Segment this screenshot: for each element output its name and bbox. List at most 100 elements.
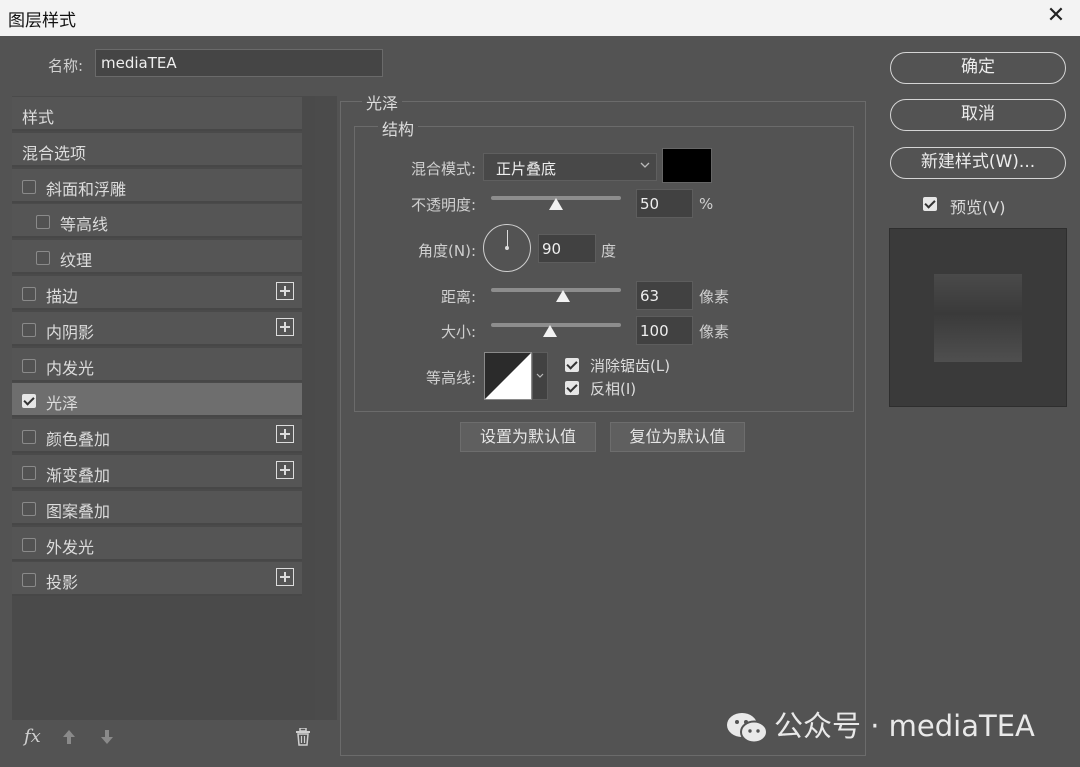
add-icon[interactable] (276, 461, 294, 479)
styles-list-item[interactable]: 图案叠加 (12, 490, 302, 525)
style-checkbox[interactable] (22, 573, 36, 588)
distance-slider-knob[interactable] (555, 290, 570, 302)
style-checkbox[interactable] (36, 251, 50, 266)
set-default-button[interactable]: 设置为默认值 (460, 422, 596, 452)
preview-thumbnail (889, 228, 1067, 407)
opacity-input[interactable]: 50 (636, 189, 693, 218)
section-title: 光泽 (362, 90, 403, 114)
add-icon[interactable] (276, 568, 294, 587)
size-slider[interactable] (491, 323, 621, 337)
styles-list-item-label: 等高线 (60, 215, 109, 235)
blend-mode-select[interactable]: 正片叠底 (483, 153, 657, 181)
size-unit: 像素 (699, 323, 730, 341)
styles-list-item-label: 纹理 (60, 251, 93, 271)
add-icon[interactable] (276, 425, 294, 444)
chevron-down-icon (536, 373, 544, 378)
distance-slider[interactable] (491, 288, 621, 302)
close-icon[interactable]: ✕ (1044, 4, 1068, 28)
color-swatch[interactable] (662, 148, 712, 183)
styles-list-item[interactable]: 投影 (12, 562, 302, 597)
preview-checkbox[interactable] (923, 197, 937, 211)
style-checkbox[interactable] (36, 215, 50, 230)
styles-list-item[interactable]: 等高线 (12, 204, 302, 239)
wechat-icon (726, 711, 768, 745)
name-input[interactable]: mediaTEA (95, 49, 383, 77)
contour-curve-icon (485, 353, 531, 399)
style-checkbox[interactable] (22, 537, 36, 552)
scrollbar[interactable] (315, 96, 337, 720)
watermark-text: 公众号 · mediaTEA (774, 709, 1035, 743)
styles-list-item[interactable]: 颜色叠加 (12, 419, 302, 454)
styles-list-item-label: 投影 (46, 573, 79, 593)
anti-alias-label: 消除锯齿(L) (590, 357, 671, 375)
style-checkbox[interactable] (22, 358, 36, 373)
reset-default-button[interactable]: 复位为默认值 (610, 422, 745, 452)
styles-list-panel: 样式混合选项斜面和浮雕等高线纹理描边内阴影内发光光泽颜色叠加渐变叠加图案叠加外发… (12, 96, 337, 720)
blend-mode-label: 混合模式: (410, 160, 476, 178)
styles-list-item[interactable]: 渐变叠加 (12, 455, 302, 489)
styles-list-item-label: 描边 (46, 287, 79, 306)
style-checkbox[interactable] (22, 501, 36, 516)
opacity-unit: % (699, 195, 714, 213)
styles-list-item[interactable]: 纹理 (12, 240, 302, 275)
styles-list-item[interactable]: 光泽 (12, 383, 302, 418)
arrow-up-icon[interactable] (62, 729, 76, 749)
styles-list-item-label: 斜面和浮雕 (46, 179, 127, 199)
size-slider-knob[interactable] (542, 325, 557, 337)
style-checkbox[interactable] (22, 466, 36, 480)
angle-input[interactable]: 90 (538, 234, 596, 263)
name-label: 名称: (48, 57, 84, 75)
style-checkbox[interactable] (22, 394, 36, 409)
distance-unit: 像素 (699, 288, 730, 306)
fx-button[interactable]: fx (24, 726, 41, 747)
invert-label: 反相(I) (590, 380, 637, 398)
styles-list-item[interactable]: 混合选项 (12, 132, 302, 167)
styles-list-item[interactable]: 内发光 (12, 347, 302, 382)
new-style-button[interactable]: 新建样式(W)... (890, 147, 1066, 179)
opacity-label: 不透明度: (410, 196, 476, 214)
styles-list-item-label: 内发光 (46, 358, 95, 378)
styles-list-item[interactable]: 样式 (12, 97, 302, 131)
add-icon[interactable] (276, 317, 294, 336)
angle-label: 角度(N): (418, 242, 476, 260)
styles-list-item[interactable]: 斜面和浮雕 (12, 168, 302, 203)
size-input[interactable]: 100 (636, 316, 693, 345)
distance-input[interactable]: 63 (636, 281, 693, 310)
invert-checkbox[interactable] (565, 381, 579, 395)
trash-icon[interactable] (295, 727, 311, 751)
styles-toolbar: fx (12, 724, 327, 754)
style-checkbox[interactable] (22, 322, 36, 337)
add-icon[interactable] (276, 282, 294, 300)
blend-mode-value: 正片叠底 (496, 160, 557, 178)
styles-list-item-label: 样式 (22, 108, 55, 127)
contour-dropdown[interactable] (532, 352, 548, 400)
arrow-down-icon[interactable] (100, 729, 114, 749)
styles-list-item[interactable]: 描边 (12, 276, 302, 310)
contour-label: 等高线: (425, 369, 476, 387)
window-title: 图层样式 (8, 11, 76, 31)
styles-list-item-label: 混合选项 (22, 143, 87, 163)
size-label: 大小: (440, 323, 476, 341)
ok-button[interactable]: 确定 (890, 52, 1066, 84)
angle-dial-center (505, 246, 509, 250)
styles-list-item-label: 图案叠加 (46, 501, 111, 521)
angle-dial[interactable] (483, 224, 531, 272)
styles-list-item-label: 渐变叠加 (46, 466, 111, 485)
opacity-slider-knob[interactable] (549, 198, 563, 210)
contour-picker[interactable] (484, 352, 532, 400)
styles-list-item-label: 颜色叠加 (46, 430, 111, 450)
style-checkbox[interactable] (22, 179, 36, 194)
styles-list-item-label: 外发光 (46, 537, 95, 557)
distance-label: 距离: (440, 288, 476, 306)
angle-unit: 度 (601, 242, 617, 260)
styles-list-item[interactable]: 外发光 (12, 526, 302, 561)
opacity-slider[interactable] (491, 196, 621, 210)
preview-swatch (934, 274, 1022, 362)
style-checkbox[interactable] (22, 430, 36, 445)
chevron-down-icon (640, 159, 650, 172)
cancel-button[interactable]: 取消 (890, 99, 1066, 131)
styles-list-item[interactable]: 内阴影 (12, 311, 302, 346)
style-checkbox[interactable] (22, 287, 36, 301)
scrollbar-thumb[interactable] (315, 96, 337, 720)
anti-alias-checkbox[interactable] (565, 358, 579, 372)
